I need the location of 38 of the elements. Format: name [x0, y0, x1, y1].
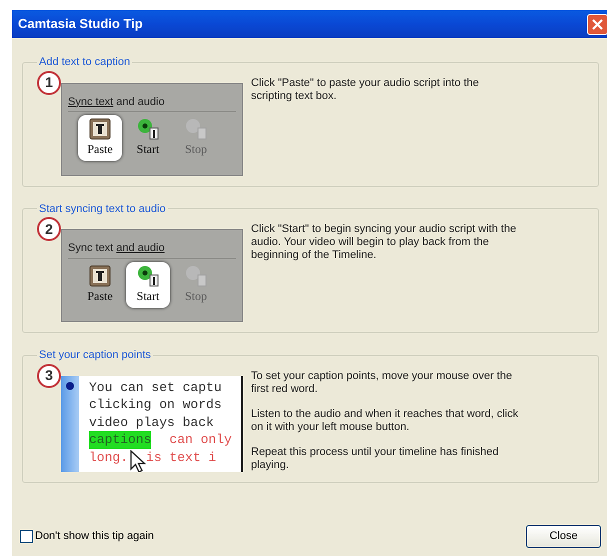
toolbar-label: Sync text	[68, 241, 114, 256]
close-icon[interactable]	[587, 14, 607, 34]
paste-icon	[89, 118, 111, 140]
script-text: is text i	[146, 448, 216, 466]
checkbox-label: Don't show this tip again	[35, 529, 154, 544]
script-text: clicking on words	[89, 396, 222, 414]
toolbar-label: Sync text	[68, 94, 114, 110]
toolbar-label: and audio	[116, 241, 165, 256]
paste-icon	[89, 264, 111, 286]
toolbar-button[interactable]: Paste	[78, 262, 122, 308]
record-icon	[184, 264, 208, 286]
step-number: 1	[37, 70, 61, 94]
step-number: 3	[37, 364, 61, 388]
script-text: long.	[89, 448, 128, 466]
step-number: 2	[37, 217, 61, 241]
section-heading: Start syncing text to audio	[38, 202, 167, 216]
script-text: You can set captu	[89, 378, 222, 396]
toolbar-button[interactable]: Paste	[78, 115, 122, 161]
tip-text: Click "Start" to begin syncing your audio script with the audio. Your video will begin to play back from the beginning of the Timeline.	[251, 223, 518, 262]
tip-text: Click "Paste" to paste your audio script into the scripting text box.	[251, 76, 480, 102]
script-text: video plays back	[89, 414, 214, 431]
section-heading: Add text to caption	[38, 55, 132, 70]
section-heading: Set your caption points	[38, 348, 152, 363]
checkbox[interactable]	[20, 530, 33, 543]
record-icon	[136, 118, 160, 140]
tip-text: Repeat this process until your timeline has finished playing.	[251, 446, 500, 472]
record-icon	[136, 264, 160, 286]
close-button[interactable]: Close	[526, 525, 601, 548]
toolbar-label: and audio	[116, 94, 165, 110]
tip-text: To set your caption points, move your mouse over the first red word.	[251, 370, 514, 396]
script-text: captions	[89, 431, 152, 448]
toolbar-button[interactable]: Start	[126, 262, 170, 308]
bullet-icon	[66, 382, 74, 390]
record-icon	[184, 118, 208, 140]
window-title: Camtasia Studio Tip	[18, 15, 143, 34]
toolbar-button[interactable]: Start	[126, 115, 170, 161]
script-text: can only	[169, 431, 232, 448]
tip-text: Listen to the audio and when it reaches that word, click on it with your left mouse button.	[251, 408, 520, 434]
